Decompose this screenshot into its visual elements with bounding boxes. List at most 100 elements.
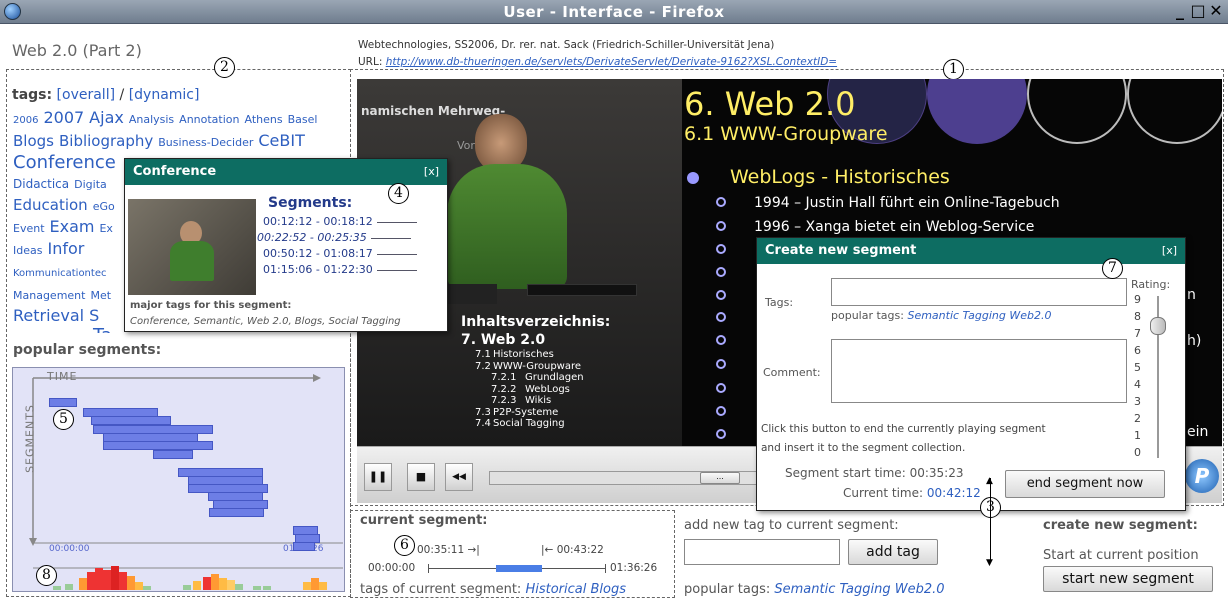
slide-item-2: 1996 – Xanga bietet ein Weblog-Service bbox=[754, 219, 1035, 235]
add-tag-input[interactable] bbox=[684, 539, 840, 565]
tag-cloud-item[interactable]: Didactica bbox=[13, 177, 69, 191]
tag-cloud-item[interactable]: S bbox=[89, 306, 99, 325]
conference-segment-time[interactable]: 00:12:12 - 00:18:12 bbox=[263, 215, 373, 228]
conference-segment-row[interactable]: 00:22:52 - 00:25:35 bbox=[257, 231, 447, 247]
rating-value: 1 bbox=[1134, 429, 1141, 442]
create-popular-tags-links[interactable]: Semantic Tagging Web2.0 bbox=[907, 309, 1051, 322]
toc-row: 7.2.2 WebLogs bbox=[475, 384, 675, 396]
tag-cloud-item[interactable]: Ajax bbox=[89, 108, 124, 127]
conference-segment-time[interactable]: 01:15:06 - 01:22:30 bbox=[263, 263, 373, 276]
toc-label: Grundlagen bbox=[525, 372, 584, 383]
toc-label: WebLogs bbox=[525, 383, 570, 395]
tag-cloud-item[interactable]: Annotation bbox=[179, 113, 239, 126]
tag-cloud-item[interactable]: Bibliography bbox=[59, 132, 153, 150]
seek-bar[interactable]: ... bbox=[489, 471, 759, 485]
slide-title: 6. Web 2.0 bbox=[684, 85, 856, 123]
tag-cloud-item[interactable]: Conference bbox=[13, 152, 116, 173]
maximize-button[interactable]: □ bbox=[1190, 2, 1206, 20]
create-popup-close[interactable]: [x] bbox=[1162, 238, 1177, 264]
toc-row: 7.2.1 Grundlagen bbox=[475, 372, 675, 384]
add-popular-tags: popular tags: Semantic Tagging Web2.0 bbox=[684, 582, 945, 597]
tag-cloud-item[interactable]: Infor bbox=[47, 239, 84, 258]
tag-cloud-item[interactable]: Ideas bbox=[13, 244, 42, 257]
histogram-bin bbox=[227, 580, 235, 590]
add-tag-button[interactable]: add tag bbox=[848, 539, 938, 565]
rating-value: 4 bbox=[1134, 378, 1141, 391]
tag-cloud-item[interactable]: Business-Decider bbox=[158, 136, 253, 149]
tag-cloud-item[interactable]: eGo bbox=[93, 200, 115, 213]
end-segment-button[interactable]: end segment now bbox=[1005, 470, 1165, 498]
current-segment-range[interactable] bbox=[496, 565, 542, 572]
conference-popup-close[interactable]: [x] bbox=[424, 159, 439, 185]
tags-dynamic-link[interactable]: [dynamic] bbox=[129, 87, 200, 103]
tag-cloud-item[interactable]: Athens bbox=[245, 113, 283, 126]
seek-handle[interactable]: ... bbox=[700, 472, 740, 484]
toc-row: 7.2 WWW-Groupware bbox=[475, 361, 675, 373]
conference-segment-row[interactable]: 00:12:12 - 00:18:12 bbox=[257, 215, 447, 231]
tag-cloud-item[interactable]: Summerscool bbox=[13, 331, 88, 333]
tag-cloud-item[interactable]: Digita bbox=[74, 178, 107, 191]
tag-cloud-item[interactable]: 2006 bbox=[13, 115, 38, 126]
tag-cloud-item[interactable]: Education bbox=[13, 196, 88, 214]
tag-cloud-item[interactable]: 2007 bbox=[43, 108, 84, 127]
segment-mini-timeline bbox=[376, 253, 417, 255]
timeline-end-label: 01:36:26 bbox=[610, 562, 658, 574]
stop-button[interactable]: ■ bbox=[407, 463, 435, 491]
major-tags: Conference, Semantic, Web 2.0, Blogs, So… bbox=[130, 316, 401, 327]
rewind-button[interactable]: ◀◀ bbox=[445, 463, 473, 491]
toc-heading: 7. Web 2.0 bbox=[461, 332, 546, 348]
tag-cloud-item[interactable]: Ta bbox=[93, 325, 112, 334]
tag-cloud-item[interactable]: Analysis bbox=[129, 113, 174, 126]
tag-cloud-item[interactable]: Ex bbox=[99, 222, 112, 235]
tags-overall-link[interactable]: [overall] bbox=[57, 87, 116, 103]
start-new-segment-button[interactable]: start new segment bbox=[1043, 566, 1213, 592]
histogram-bin bbox=[65, 584, 73, 590]
tag-cloud-item[interactable]: Kommunicationtec bbox=[13, 268, 106, 279]
slide-bullet-heading: WebLogs - Historisches bbox=[730, 166, 950, 188]
slide-ring bbox=[1127, 79, 1222, 144]
segment-mini-timeline bbox=[376, 269, 417, 271]
slide-sub-bullets bbox=[716, 197, 730, 446]
conference-popup-header: Conference [x] bbox=[125, 159, 447, 185]
tag-cloud-item[interactable]: Management bbox=[13, 289, 85, 302]
url-link[interactable]: http://www.db-thueringen.de/servlets/Der… bbox=[386, 56, 837, 68]
comment-field-label: Comment: bbox=[763, 366, 821, 379]
tag-cloud-item[interactable]: Blogs bbox=[13, 132, 54, 150]
pause-button[interactable]: ❚❚ bbox=[364, 463, 392, 491]
minimize-button[interactable]: _ bbox=[1172, 2, 1188, 20]
keyboard bbox=[527, 284, 637, 296]
sub-bullet-icon bbox=[716, 383, 726, 393]
tags-input[interactable] bbox=[831, 278, 1127, 306]
conference-segment-time[interactable]: 00:50:12 - 01:08:17 bbox=[263, 247, 373, 260]
conference-thumbnail[interactable] bbox=[128, 199, 256, 295]
close-window-button[interactable]: ✕ bbox=[1208, 2, 1224, 20]
marker-8: 8 bbox=[36, 565, 57, 586]
add-popular-prefix: popular tags: bbox=[684, 582, 771, 597]
comment-textarea[interactable] bbox=[831, 339, 1127, 403]
add-popular-tags-links[interactable]: Semantic Tagging Web2.0 bbox=[774, 582, 944, 597]
tag-cloud-item[interactable]: Retrieval bbox=[13, 306, 84, 325]
rating-value: 6 bbox=[1134, 344, 1141, 357]
tag-cloud-item[interactable]: CeBIT bbox=[258, 131, 304, 150]
segment-start-time: Segment start time: 00:35:23 bbox=[785, 466, 963, 480]
segment-mini-timeline bbox=[370, 237, 411, 239]
tag-cloud-item[interactable]: Exam bbox=[50, 217, 95, 236]
conference-segment-row[interactable]: 01:15:06 - 01:22:30 bbox=[257, 263, 447, 279]
arrow-down-icon: ▼ bbox=[986, 558, 993, 568]
histogram-bin bbox=[95, 568, 103, 590]
segment-mini-timeline bbox=[376, 221, 417, 223]
tags-label: tags: bbox=[12, 87, 53, 103]
tag-cloud-item[interactable]: Met bbox=[90, 289, 111, 302]
popularity-histogram bbox=[13, 368, 346, 593]
create-hint: Start at current position bbox=[1043, 548, 1199, 563]
tag-cloud-item[interactable]: Basel bbox=[288, 113, 318, 126]
histogram-bin bbox=[111, 566, 119, 590]
histogram-bin bbox=[193, 581, 201, 590]
conference-segment-row[interactable]: 00:50:12 - 01:08:17 bbox=[257, 247, 447, 263]
conference-popup-title: Conference bbox=[133, 164, 217, 179]
tag-cloud-row: Blogs Bibliography Business-Decider CeBIT bbox=[13, 131, 349, 153]
rating-slider-handle[interactable] bbox=[1150, 317, 1166, 335]
conference-segment-time[interactable]: 00:22:52 - 00:25:35 bbox=[257, 231, 367, 244]
tag-cloud-item[interactable]: Event bbox=[13, 222, 45, 235]
current-tags-value[interactable]: Historical Blogs bbox=[525, 582, 626, 597]
